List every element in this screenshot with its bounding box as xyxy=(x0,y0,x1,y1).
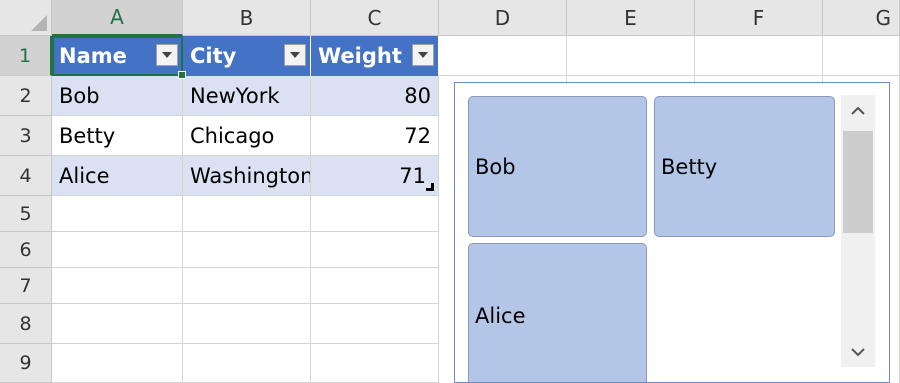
row-header-2[interactable]: 2 xyxy=(0,76,52,116)
column-header-a[interactable]: A xyxy=(52,0,183,36)
cell-b6[interactable] xyxy=(183,232,311,268)
slicer-scrollbar[interactable] xyxy=(841,95,875,367)
select-all-triangle-icon xyxy=(31,15,47,31)
filter-dropdown-weight[interactable] xyxy=(412,44,434,66)
row-header-7[interactable]: 7 xyxy=(0,268,52,304)
filter-dropdown-city[interactable] xyxy=(284,44,306,66)
scroll-thumb[interactable] xyxy=(843,131,873,233)
scroll-down-button[interactable] xyxy=(841,337,875,367)
slicer-item-label: Alice xyxy=(475,303,526,328)
cell-d1[interactable] xyxy=(439,36,567,76)
table-header-name-label: Name xyxy=(59,44,127,68)
table-header-name[interactable]: Name xyxy=(52,36,183,76)
table-cell-name[interactable]: Alice xyxy=(52,156,183,196)
table-cell-city[interactable]: Chicago xyxy=(183,116,311,156)
cell-a6[interactable] xyxy=(52,232,183,268)
table-cell-weight[interactable]: 72 xyxy=(311,116,439,156)
row-header-4[interactable]: 4 xyxy=(0,156,52,196)
column-header-c[interactable]: C xyxy=(311,0,439,36)
cell-c8[interactable] xyxy=(311,304,439,344)
cell-c6[interactable] xyxy=(311,232,439,268)
table-header-city[interactable]: City xyxy=(183,36,311,76)
slicer-panel[interactable]: Bob Betty Alice xyxy=(454,82,890,383)
column-header-d[interactable]: D xyxy=(439,0,567,36)
table-cell-name[interactable]: Bob xyxy=(52,76,183,116)
table-header-city-label: City xyxy=(190,44,237,68)
chevron-down-icon xyxy=(851,347,865,356)
chevron-down-icon xyxy=(162,52,172,58)
chevron-up-icon xyxy=(851,106,865,115)
slicer-item-label: Bob xyxy=(475,154,516,179)
table-cell-city[interactable]: Washington xyxy=(183,156,311,196)
cell-b8[interactable] xyxy=(183,304,311,344)
cell-e1[interactable] xyxy=(567,36,695,76)
cell-g1[interactable] xyxy=(823,36,900,76)
table-cell-weight[interactable]: 80 xyxy=(311,76,439,116)
cell-b9[interactable] xyxy=(183,344,311,383)
slicer-item-bob[interactable]: Bob xyxy=(468,96,647,237)
cell-a9[interactable] xyxy=(52,344,183,383)
row-header-5[interactable]: 5 xyxy=(0,196,52,232)
cell-a7[interactable] xyxy=(52,268,183,304)
cell-b7[interactable] xyxy=(183,268,311,304)
slicer-item-alice[interactable]: Alice xyxy=(468,243,647,382)
row-header-3[interactable]: 3 xyxy=(0,116,52,156)
scroll-up-button[interactable] xyxy=(841,95,875,125)
cell-a5[interactable] xyxy=(52,196,183,232)
chevron-down-icon xyxy=(290,52,300,58)
row-header-8[interactable]: 8 xyxy=(0,304,52,344)
cell-a8[interactable] xyxy=(52,304,183,344)
table-cell-weight[interactable]: 71 xyxy=(311,156,439,196)
table-header-weight[interactable]: Weight xyxy=(311,36,439,76)
column-header-g[interactable]: G xyxy=(823,0,900,36)
fill-handle[interactable] xyxy=(178,71,186,79)
slicer-item-betty[interactable]: Betty xyxy=(654,96,835,237)
chevron-down-icon xyxy=(418,52,428,58)
column-header-f[interactable]: F xyxy=(695,0,823,36)
slicer-item-label: Betty xyxy=(661,154,718,179)
cell-f1[interactable] xyxy=(695,36,823,76)
table-resize-handle[interactable] xyxy=(426,183,434,191)
row-header-6[interactable]: 6 xyxy=(0,232,52,268)
row-header-1[interactable]: 1 xyxy=(0,36,52,76)
row-header-9[interactable]: 9 xyxy=(0,344,52,383)
filter-dropdown-name[interactable] xyxy=(156,44,178,66)
spreadsheet-grid: A B C D E F G 1 2 3 4 5 6 7 8 9 Name Cit… xyxy=(0,0,900,383)
table-cell-city[interactable]: NewYork xyxy=(183,76,311,116)
cell-b5[interactable] xyxy=(183,196,311,232)
select-all-corner[interactable] xyxy=(0,0,52,36)
table-header-weight-label: Weight xyxy=(318,44,402,68)
table-cell-name[interactable]: Betty xyxy=(52,116,183,156)
cell-c5[interactable] xyxy=(311,196,439,232)
column-header-b[interactable]: B xyxy=(183,0,311,36)
cell-c7[interactable] xyxy=(311,268,439,304)
cell-c9[interactable] xyxy=(311,344,439,383)
column-header-e[interactable]: E xyxy=(567,0,695,36)
